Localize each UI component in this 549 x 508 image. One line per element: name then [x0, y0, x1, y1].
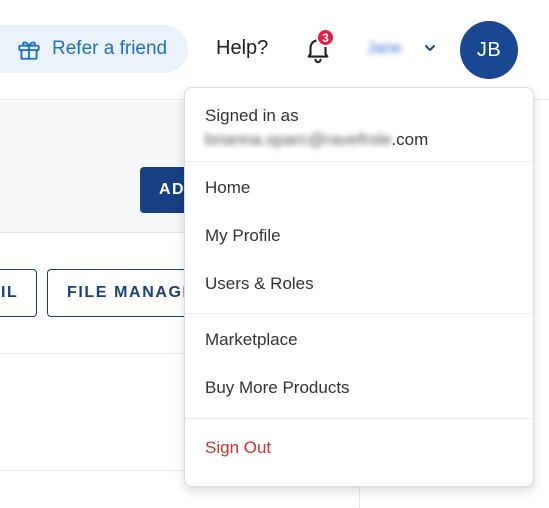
menu-item-marketplace[interactable]: Marketplace — [205, 330, 298, 350]
menu-divider — [185, 313, 533, 314]
refer-a-friend-button[interactable]: Refer a friend — [0, 25, 188, 73]
menu-item-users-roles[interactable]: Users & Roles — [205, 274, 314, 294]
tab-email[interactable]: IL — [0, 269, 37, 317]
menu-item-home[interactable]: Home — [205, 178, 250, 198]
email-obscured: brianna.sparc@ravefrole — [205, 130, 392, 149]
menu-item-buy-more-products[interactable]: Buy More Products — [205, 378, 350, 398]
chevron-down-icon[interactable] — [422, 40, 438, 56]
notification-count-badge: 3 — [316, 28, 335, 47]
menu-item-my-profile[interactable]: My Profile — [205, 226, 281, 246]
sign-out-link[interactable]: Sign Out — [205, 438, 271, 458]
refer-label: Refer a friend — [52, 38, 168, 59]
gift-icon — [18, 41, 40, 60]
user-dropdown-menu: Signed in as brianna.sparc@ravefrole.com… — [184, 87, 534, 487]
signed-in-info: Signed in as brianna.sparc@ravefrole.com — [185, 88, 533, 162]
email-domain: .com — [391, 130, 429, 149]
avatar[interactable]: JB — [460, 21, 518, 79]
tab-file-manager[interactable]: FILE MANAGE — [47, 269, 207, 317]
user-name[interactable]: Jane — [367, 40, 402, 58]
top-header: Refer a friend Help? 3 Jane JB — [0, 0, 549, 100]
signed-in-label: Signed in as — [205, 106, 299, 125]
menu-divider — [185, 418, 533, 419]
account-email: brianna.sparc@ravefrole.com — [205, 130, 428, 150]
help-link[interactable]: Help? — [216, 37, 268, 60]
